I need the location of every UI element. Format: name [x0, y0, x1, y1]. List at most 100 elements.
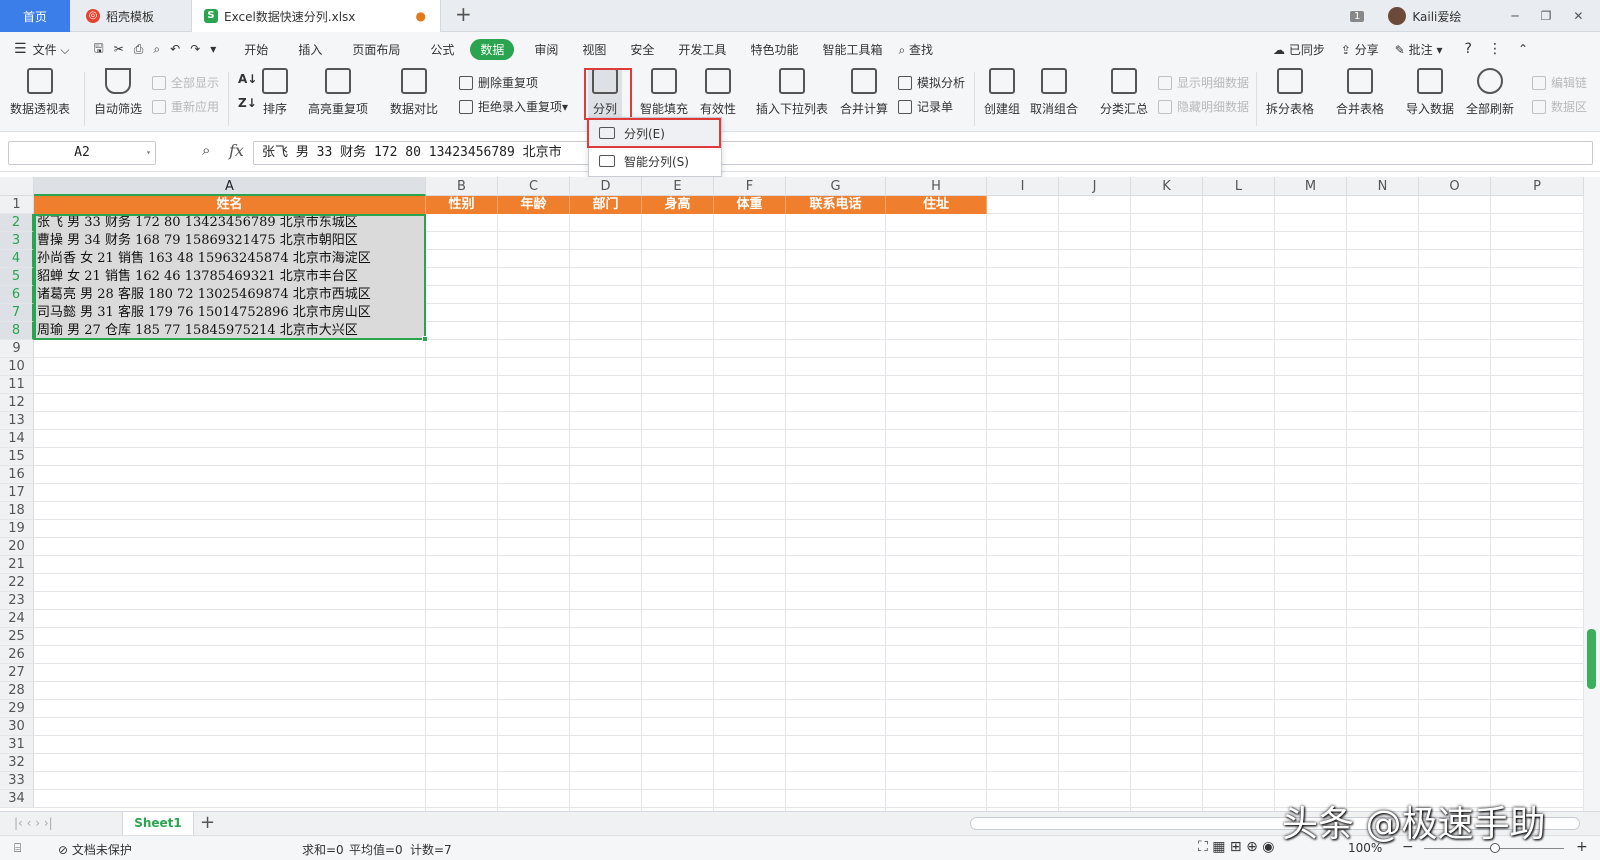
zoom-slider[interactable] — [1424, 843, 1564, 853]
row-header[interactable]: 3 — [0, 232, 34, 250]
smart-split-menu-item[interactable]: 智能分列(S) — [589, 148, 721, 174]
compare-button[interactable]: 数据对比 — [390, 68, 438, 117]
menu-search[interactable]: ⌕ 查找 — [898, 41, 933, 58]
col-header-e[interactable]: E — [642, 177, 714, 196]
col-header-j[interactable]: J — [1059, 177, 1131, 196]
dropdown-list-button[interactable]: 插入下拉列表 — [756, 68, 828, 117]
row-header[interactable]: 27 — [0, 664, 34, 682]
vertical-scrollbar[interactable] — [1584, 177, 1600, 811]
col-header-a[interactable]: A — [34, 177, 426, 196]
protect-status[interactable]: ⊘ 文档未保护 — [58, 841, 132, 858]
highlight-dup-button[interactable]: 高亮重复项 — [308, 68, 368, 117]
row-header[interactable]: 15 — [0, 448, 34, 466]
col-header-i[interactable]: I — [987, 177, 1059, 196]
add-sheet-button[interactable]: + — [200, 812, 215, 833]
menu-layout[interactable]: 页面布局 — [352, 41, 400, 58]
spreadsheet-grid[interactable]: A B C D E F G H I J K L M N O P 12345678… — [0, 177, 1600, 811]
col-header-g[interactable]: G — [786, 177, 886, 196]
split-table-button[interactable]: 拆分表格 — [1266, 68, 1314, 117]
data-area-button[interactable]: 数据区 — [1532, 98, 1587, 115]
row-header[interactable]: 17 — [0, 484, 34, 502]
close-icon[interactable]: ✕ — [1573, 9, 1583, 23]
help-icon[interactable]: ? — [1465, 41, 1472, 57]
subtotal-button[interactable]: 分类汇总 — [1100, 68, 1148, 117]
col-header-m[interactable]: M — [1275, 177, 1347, 196]
share-button[interactable]: ⇪ 分享 — [1341, 41, 1379, 58]
header-cell[interactable]: 姓名 — [34, 196, 426, 214]
header-cell[interactable]: 住址 — [886, 196, 987, 214]
menu-review[interactable]: 审阅 — [534, 41, 558, 58]
preview-icon[interactable]: ⌕ — [153, 42, 160, 57]
comment-button[interactable]: ✎ 批注 ▾ — [1395, 41, 1443, 58]
col-header-d[interactable]: D — [570, 177, 642, 196]
sheet-tab[interactable]: Sheet1 — [122, 812, 194, 836]
col-header-f[interactable]: F — [714, 177, 786, 196]
row-header[interactable]: 28 — [0, 682, 34, 700]
row-header[interactable]: 7 — [0, 304, 34, 322]
delete-dup-button[interactable]: 删除重复项 — [459, 74, 538, 91]
hide-detail-button[interactable]: 隐藏明细数据 — [1158, 98, 1249, 115]
new-tab-button[interactable]: + — [455, 2, 472, 26]
more-icon[interactable]: ⋮ — [1488, 41, 1502, 57]
collapse-ribbon-icon[interactable]: ⌃ — [1518, 42, 1528, 56]
row-header[interactable]: 32 — [0, 754, 34, 772]
smart-fill-button[interactable]: 智能填充 — [640, 68, 688, 117]
row-header[interactable]: 11 — [0, 376, 34, 394]
row-header[interactable]: 33 — [0, 772, 34, 790]
view-icons[interactable]: ⛶ ▦ ⊞ ⊕ ◉ — [1198, 839, 1275, 855]
name-box[interactable]: A2 ▾ — [8, 141, 156, 165]
username[interactable]: Kaili爱绘 — [1412, 8, 1461, 25]
sheet-nav-icon[interactable]: |‹ ‹ › ›| — [14, 816, 53, 830]
header-cell[interactable]: 部门 — [570, 196, 642, 214]
menu-smart-tools[interactable]: 智能工具箱 — [822, 41, 882, 58]
validity-button[interactable]: 有效性 — [700, 68, 736, 117]
menu-data[interactable]: 数据 — [470, 38, 515, 60]
more-quick-icon[interactable]: ▾ — [210, 42, 216, 56]
window-count-badge[interactable]: 1 — [1350, 10, 1365, 22]
edit-link-button[interactable]: 编辑链 — [1532, 74, 1587, 91]
autofilter-button[interactable]: 自动筛选 — [94, 68, 142, 117]
row-header[interactable]: 12 — [0, 394, 34, 412]
formula-input[interactable]: 张飞 男 33 财务 172 80 13423456789 北京市 — [253, 141, 1593, 165]
header-cell[interactable]: 联系电话 — [786, 196, 886, 214]
function-icon[interactable]: fx — [229, 141, 244, 160]
zoom-formula-icon[interactable]: ⌕ — [202, 141, 210, 159]
simulate-button[interactable]: 模拟分析 — [898, 74, 965, 91]
import-button[interactable]: 导入数据 — [1406, 68, 1454, 117]
row-header[interactable]: 20 — [0, 538, 34, 556]
row-header[interactable]: 31 — [0, 736, 34, 754]
row-header[interactable]: 9 — [0, 340, 34, 358]
row-header[interactable]: 34 — [0, 790, 34, 808]
scroll-thumb[interactable] — [1587, 629, 1596, 689]
create-group-button[interactable]: 创建组 — [984, 68, 1020, 117]
header-cell[interactable]: 年龄 — [498, 196, 570, 214]
redo-icon[interactable]: ↷ — [190, 42, 200, 56]
save-icon[interactable]: 🖫 — [94, 39, 104, 60]
refresh-all-button[interactable]: 全部刷新 — [1466, 68, 1514, 117]
sort-button[interactable]: 排序 — [262, 68, 288, 117]
macro-icon[interactable]: ⌸ — [14, 841, 21, 856]
header-cell[interactable]: 身高 — [642, 196, 714, 214]
fill-handle[interactable] — [422, 336, 428, 342]
consolidate-button[interactable]: 合并计算 — [840, 68, 888, 117]
col-header-h[interactable]: H — [886, 177, 987, 196]
hamburger-icon[interactable]: ☰ — [14, 41, 27, 57]
row-header[interactable]: 13 — [0, 412, 34, 430]
header-cell[interactable]: 体重 — [714, 196, 786, 214]
menu-start[interactable]: 开始 — [244, 41, 268, 58]
menu-insert[interactable]: 插入 — [298, 41, 322, 58]
show-all-button[interactable]: 全部显示 — [152, 74, 219, 91]
header-cell[interactable]: 性别 — [426, 196, 498, 214]
menu-developer[interactable]: 开发工具 — [678, 41, 726, 58]
zoom-in-icon[interactable]: + — [1576, 839, 1588, 855]
menu-file[interactable]: 文件 ⌵ — [33, 41, 70, 58]
menu-security[interactable]: 安全 — [630, 41, 654, 58]
minimize-icon[interactable]: ─ — [1511, 9, 1518, 23]
row-header[interactable]: 2 — [0, 214, 34, 232]
restore-icon[interactable]: ❐ — [1541, 9, 1552, 23]
select-all-corner[interactable] — [0, 177, 34, 196]
row-header[interactable]: 23 — [0, 592, 34, 610]
row-header[interactable]: 10 — [0, 358, 34, 376]
row-header[interactable]: 14 — [0, 430, 34, 448]
row-header[interactable]: 5 — [0, 268, 34, 286]
